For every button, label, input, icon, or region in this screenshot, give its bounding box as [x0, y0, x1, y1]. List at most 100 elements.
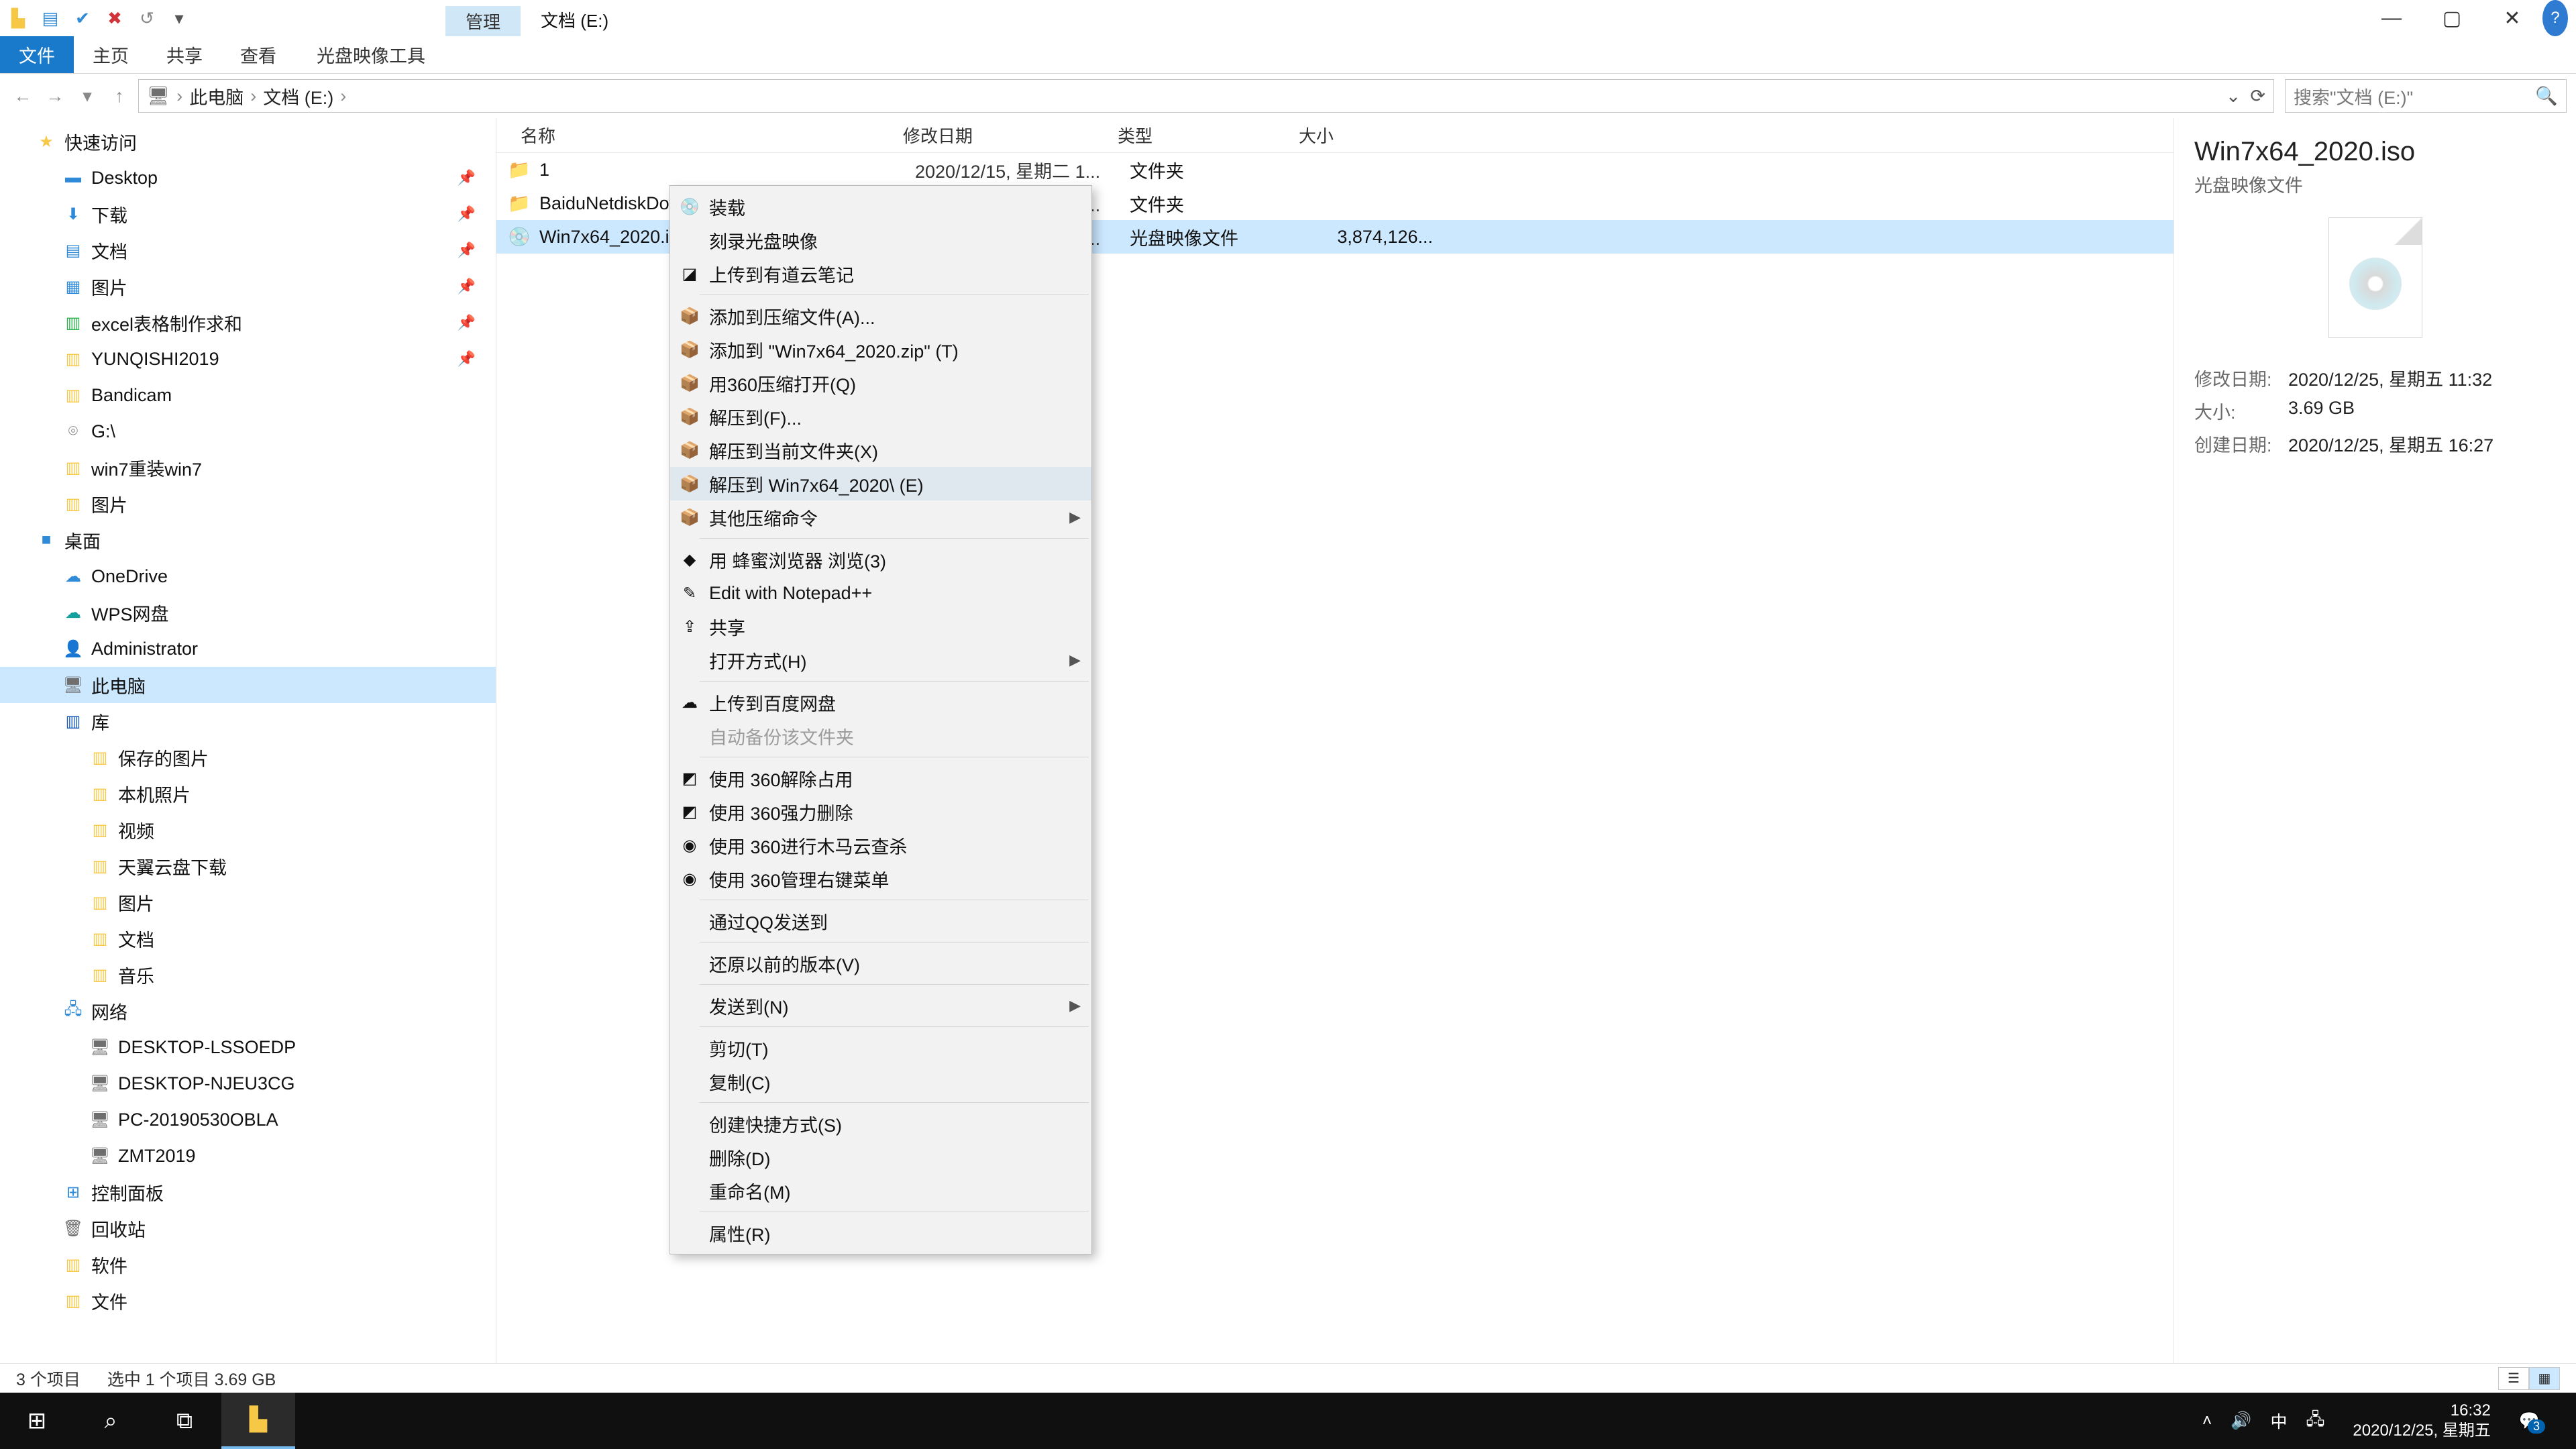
- contextual-tab-manage[interactable]: 管理: [445, 6, 521, 36]
- nav-back-button[interactable]: ←: [9, 86, 36, 107]
- menu-item[interactable]: ◆用 蜂蜜浏览器 浏览(3): [670, 543, 1091, 576]
- menu-item[interactable]: 💿装载: [670, 190, 1091, 223]
- menu-item[interactable]: 创建快捷方式(S): [670, 1107, 1091, 1140]
- tree-item[interactable]: ⊞控制面板: [0, 1174, 496, 1210]
- menu-item[interactable]: 📦解压到(F)...: [670, 400, 1091, 433]
- tab-file[interactable]: 文件: [0, 36, 74, 73]
- maximize-button[interactable]: ▢: [2422, 0, 2482, 36]
- menu-item[interactable]: 📦用360压缩打开(Q): [670, 366, 1091, 400]
- qat-dropdown-icon[interactable]: ▾: [168, 7, 191, 30]
- tree-item[interactable]: ▥文档: [0, 920, 496, 957]
- search-icon[interactable]: 🔍: [2535, 85, 2558, 107]
- tree-item[interactable]: ★快速访问: [0, 123, 496, 160]
- tree-item[interactable]: ▦图片📌: [0, 268, 496, 305]
- tree-item[interactable]: ⬇下载📌: [0, 196, 496, 232]
- tree-item[interactable]: ▥本机照片: [0, 775, 496, 812]
- file-row[interactable]: 📁12020/12/15, 星期二 1...文件夹: [496, 153, 2174, 186]
- menu-item[interactable]: 删除(D): [670, 1140, 1091, 1174]
- menu-item[interactable]: 📦添加到压缩文件(A)...: [670, 299, 1091, 333]
- menu-item[interactable]: ◩使用 360强力删除: [670, 795, 1091, 828]
- tree-item[interactable]: ▥保存的图片: [0, 739, 496, 775]
- tree-item[interactable]: ▥天翼云盘下载: [0, 848, 496, 884]
- tree-item[interactable]: ▥图片: [0, 486, 496, 522]
- tree-item[interactable]: ▥excel表格制作求和📌: [0, 305, 496, 341]
- network-icon[interactable]: 🖧: [2306, 1407, 2325, 1436]
- tree-item[interactable]: ▥音乐: [0, 957, 496, 993]
- menu-item[interactable]: 重命名(M): [670, 1174, 1091, 1208]
- tab-disc-tools[interactable]: 光盘映像工具: [298, 36, 444, 73]
- qat-undo-icon[interactable]: ↺: [136, 7, 158, 30]
- tree-item[interactable]: ⌾G:\: [0, 413, 496, 449]
- col-size[interactable]: 大小: [1299, 123, 1433, 148]
- tree-item[interactable]: ▬Desktop📌: [0, 160, 496, 196]
- tab-home[interactable]: 主页: [74, 36, 148, 73]
- ime-indicator[interactable]: 中: [2271, 1409, 2288, 1433]
- tab-view[interactable]: 查看: [221, 36, 295, 73]
- tree-item[interactable]: ▥视频: [0, 812, 496, 848]
- tree-item[interactable]: ▥图片: [0, 884, 496, 920]
- view-details-button[interactable]: ☰: [2498, 1367, 2529, 1390]
- address-dropdown-icon[interactable]: ⌄: [2226, 86, 2241, 107]
- menu-item[interactable]: 📦解压到 Win7x64_2020\ (E): [670, 467, 1091, 500]
- refresh-icon[interactable]: ⟳: [2250, 86, 2265, 107]
- menu-item[interactable]: 发送到(N)▶: [670, 989, 1091, 1022]
- menu-item[interactable]: ◪上传到有道云笔记: [670, 257, 1091, 290]
- tray-overflow-icon[interactable]: ˄: [2202, 1411, 2212, 1431]
- menu-item[interactable]: 剪切(T): [670, 1031, 1091, 1065]
- menu-item[interactable]: ◉使用 360管理右键菜单: [670, 862, 1091, 896]
- tab-share[interactable]: 共享: [148, 36, 221, 73]
- menu-item[interactable]: 通过QQ发送到: [670, 904, 1091, 938]
- menu-item[interactable]: ✎Edit with Notepad++: [670, 576, 1091, 610]
- qat-delete-icon[interactable]: ✖: [103, 7, 126, 30]
- help-button[interactable]: ?: [2542, 0, 2568, 36]
- taskbar-search-button[interactable]: ⌕: [74, 1393, 148, 1449]
- menu-item[interactable]: ◩使用 360解除占用: [670, 761, 1091, 795]
- nav-recent-button[interactable]: ▾: [74, 86, 101, 107]
- tree-item[interactable]: ☁WPS网盘: [0, 594, 496, 631]
- tree-item[interactable]: 🖧网络: [0, 993, 496, 1029]
- menu-item[interactable]: 📦添加到 "Win7x64_2020.zip" (T): [670, 333, 1091, 366]
- menu-item[interactable]: 还原以前的版本(V): [670, 947, 1091, 980]
- menu-item[interactable]: 属性(R): [670, 1216, 1091, 1250]
- tree-item[interactable]: ▥YUNQISHI2019📌: [0, 341, 496, 377]
- tree-item[interactable]: ▥Bandicam: [0, 377, 496, 413]
- action-center-icon[interactable]: 💬: [2519, 1411, 2540, 1431]
- qat-properties-icon[interactable]: ▤: [39, 7, 62, 30]
- tree-item[interactable]: 🖥ZMT2019: [0, 1138, 496, 1174]
- crumb-drive[interactable]: 文档 (E:): [263, 83, 333, 109]
- col-date[interactable]: 修改日期: [903, 123, 1118, 148]
- taskbar-clock[interactable]: 16:32 2020/12/25, 星期五: [2343, 1401, 2500, 1441]
- context-menu[interactable]: 💿装载刻录光盘映像◪上传到有道云笔记 📦添加到压缩文件(A)...📦添加到 "Wi…: [669, 185, 1092, 1254]
- navigation-tree[interactable]: ★快速访问▬Desktop📌⬇下载📌▤文档📌▦图片📌▥excel表格制作求和📌▥…: [0, 118, 496, 1363]
- menu-item[interactable]: 打开方式(H)▶: [670, 643, 1091, 677]
- col-type[interactable]: 类型: [1118, 123, 1299, 148]
- tree-item[interactable]: ☁OneDrive: [0, 558, 496, 594]
- start-button[interactable]: ⊞: [0, 1393, 74, 1449]
- menu-item[interactable]: ◉使用 360进行木马云查杀: [670, 828, 1091, 862]
- tree-item[interactable]: ▥库: [0, 703, 496, 739]
- column-headers[interactable]: 名称 修改日期 类型 大小: [496, 118, 2174, 153]
- search-input[interactable]: 搜索"文档 (E:)" 🔍: [2285, 79, 2567, 113]
- nav-up-button[interactable]: ↑: [106, 86, 133, 107]
- tree-item[interactable]: ■桌面: [0, 522, 496, 558]
- volume-icon[interactable]: 🔊: [2231, 1411, 2251, 1431]
- tree-item[interactable]: ▥文件: [0, 1283, 496, 1319]
- qat-save-icon[interactable]: ✔: [71, 7, 94, 30]
- nav-fwd-button[interactable]: →: [42, 86, 68, 107]
- tree-item[interactable]: ▤文档📌: [0, 232, 496, 268]
- menu-item[interactable]: 刻录光盘映像: [670, 223, 1091, 257]
- col-name[interactable]: 名称: [507, 123, 903, 148]
- minimize-button[interactable]: —: [2361, 0, 2422, 36]
- view-thumbnails-button[interactable]: ▦: [2529, 1367, 2560, 1390]
- taskbar-explorer-button[interactable]: ▙: [221, 1393, 295, 1449]
- tree-item[interactable]: 🖥DESKTOP-NJEU3CG: [0, 1065, 496, 1102]
- tree-item[interactable]: 🖥DESKTOP-LSSOEDP: [0, 1029, 496, 1065]
- tree-item[interactable]: ▥win7重装win7: [0, 449, 496, 486]
- tree-item[interactable]: ▥软件: [0, 1246, 496, 1283]
- menu-item[interactable]: 📦解压到当前文件夹(X): [670, 433, 1091, 467]
- breadcrumb-bar[interactable]: 🖥 › 此电脑 › 文档 (E:) › ⌄ ⟳: [138, 79, 2274, 113]
- task-view-button[interactable]: ⧉: [148, 1393, 221, 1449]
- crumb-this-pc[interactable]: 此电脑: [189, 83, 244, 109]
- tree-item[interactable]: 🖥PC-20190530OBLA: [0, 1102, 496, 1138]
- tree-item[interactable]: 🗑回收站: [0, 1210, 496, 1246]
